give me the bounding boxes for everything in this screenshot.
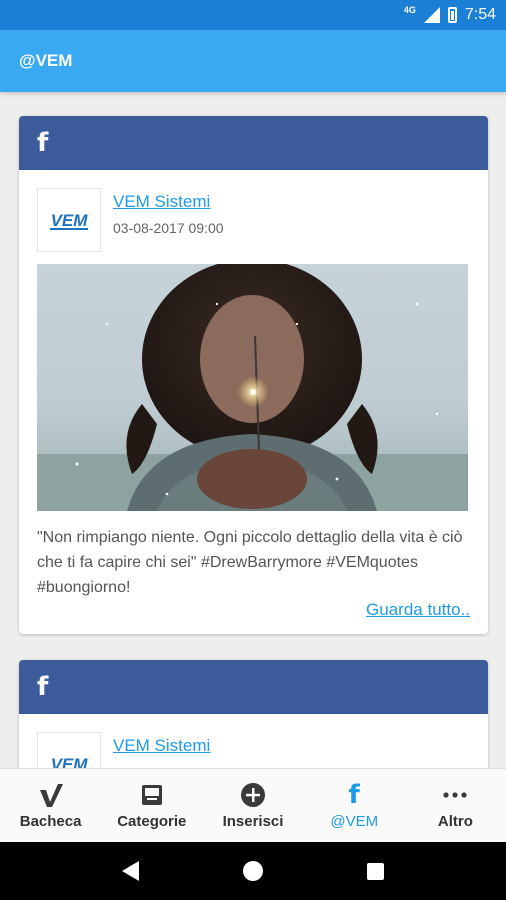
- post-source-header: f: [19, 660, 488, 714]
- add-circle-icon: [240, 781, 266, 809]
- nav-label: Bacheca: [19, 813, 82, 830]
- facebook-icon: f: [37, 672, 49, 702]
- facebook-icon: f: [37, 128, 49, 158]
- post-author: VEM VEM Sistemi 03-08-2017 09:00: [37, 188, 470, 252]
- checkmark-icon: [38, 781, 64, 809]
- network-type: 4G: [403, 5, 416, 15]
- recents-icon[interactable]: [367, 862, 384, 880]
- svg-text:VEM: VEM: [51, 211, 89, 230]
- post-source-header: f: [19, 116, 488, 170]
- post-card[interactable]: f VEM VEM Sistemi: [19, 660, 488, 768]
- nav-item-vem[interactable]: f @VEM: [304, 769, 405, 842]
- view-all-link[interactable]: Guarda tutto..: [366, 600, 470, 619]
- author-name-link[interactable]: VEM Sistemi: [113, 736, 210, 756]
- app-bar: @VEM: [0, 30, 506, 92]
- nav-item-inserisci[interactable]: Inserisci: [202, 769, 303, 842]
- post-date: 03-08-2017 09:00: [113, 220, 224, 236]
- nav-label: Inserisci: [222, 813, 284, 830]
- post-image[interactable]: [37, 264, 468, 511]
- home-icon[interactable]: [243, 861, 263, 881]
- nav-item-categorie[interactable]: Categorie: [101, 769, 202, 842]
- nav-item-bacheca[interactable]: Bacheca: [0, 769, 101, 842]
- more-horizontal-icon: [442, 781, 468, 809]
- post-card[interactable]: f VEM VEM Sistemi 03-08-2017 09:00 "Non …: [19, 116, 488, 634]
- nav-label: Altro: [437, 813, 473, 830]
- svg-text:VEM: VEM: [51, 755, 89, 768]
- vem-logo: VEM: [51, 755, 89, 768]
- facebook-icon: f: [348, 780, 360, 810]
- inbox-icon: [140, 781, 164, 809]
- post-photo-illustration: [37, 264, 468, 511]
- author-name-link[interactable]: VEM Sistemi: [113, 192, 224, 212]
- nav-label: Categorie: [117, 813, 187, 830]
- bottom-navigation: Bacheca Categorie Inserisci f @VEM Altro: [0, 768, 506, 842]
- nav-label: @VEM: [330, 813, 379, 830]
- status-bar: 4G 7:54: [0, 0, 506, 30]
- signal-icon: [423, 7, 440, 23]
- post-text: "Non rimpiango niente. Ogni piccolo dett…: [37, 529, 463, 596]
- page-title: @VEM: [19, 51, 73, 70]
- nav-item-altro[interactable]: Altro: [405, 769, 506, 842]
- battery-icon: [447, 7, 457, 23]
- feed[interactable]: f VEM VEM Sistemi 03-08-2017 09:00 "Non …: [0, 92, 506, 768]
- vem-logo: VEM: [50, 211, 89, 230]
- status-time: 7:54: [464, 6, 496, 23]
- avatar[interactable]: VEM: [37, 188, 101, 252]
- avatar[interactable]: VEM: [37, 732, 101, 768]
- post-author: VEM VEM Sistemi: [37, 732, 470, 768]
- back-icon[interactable]: [122, 861, 139, 881]
- system-navigation-bar: [0, 842, 506, 900]
